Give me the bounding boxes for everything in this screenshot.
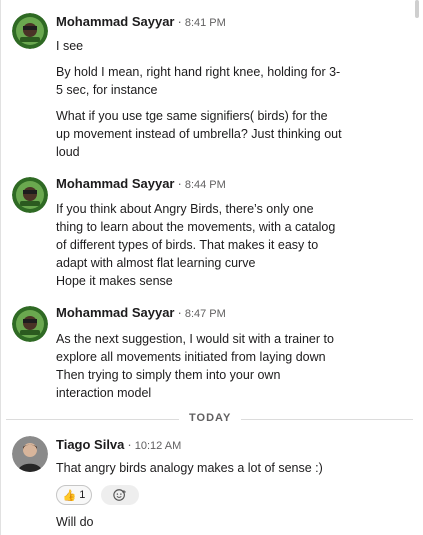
message-2: Mohammad Sayyar · 8:44 PM If you think abo… — [1, 175, 406, 295]
timestamp[interactable]: 8:41 PM — [185, 17, 226, 29]
separator-dot: · — [127, 437, 132, 452]
message-text: Will do — [56, 515, 94, 529]
message-header: Mohammad Sayyar · 8:44 PM — [56, 175, 226, 194]
message-header: Tiago Silva · 10:12 AM — [56, 436, 181, 455]
green-badge-avatar-icon — [12, 13, 48, 49]
avatar[interactable] — [12, 13, 48, 49]
message-text: What if you use tge same signifiers( bir… — [56, 109, 328, 123]
message-text: loud — [56, 145, 80, 159]
message-text: Hope it makes sense — [56, 274, 173, 288]
author-name[interactable]: Mohammad Sayyar — [56, 305, 175, 320]
avatar[interactable] — [12, 306, 48, 342]
author-name[interactable]: Tiago Silva — [56, 437, 124, 452]
message-header: Mohammad Sayyar · 8:41 PM — [56, 13, 226, 32]
timestamp[interactable]: 10:12 AM — [135, 440, 181, 452]
scrollbar[interactable] — [415, 0, 419, 18]
message-text: I see — [56, 39, 84, 53]
green-badge-avatar-icon — [12, 177, 48, 213]
message-text: explore all movements initiated from lay… — [56, 350, 326, 364]
separator-dot: · — [177, 176, 182, 191]
date-divider-label[interactable]: TODAY — [179, 412, 242, 424]
message-text: thing to learn about the movements, with… — [56, 220, 336, 234]
message-text: of different types of birds. That makes … — [56, 238, 319, 252]
separator-dot: · — [177, 14, 182, 29]
author-name[interactable]: Mohammad Sayyar — [56, 176, 175, 191]
avatar[interactable] — [12, 436, 48, 472]
green-badge-avatar-icon — [12, 306, 48, 342]
message-text: Then trying to simply them into your own — [56, 368, 281, 382]
add-reaction-icon — [113, 489, 126, 501]
message-header: Mohammad Sayyar · 8:47 PM — [56, 304, 226, 323]
message-text: adapt with almost flat learning curve — [56, 256, 256, 270]
message-text: That angry birds analogy makes a lot of … — [56, 461, 323, 475]
thumbs-up-icon: 👍 — [62, 489, 77, 502]
message-text: By hold I mean, right hand right knee, h… — [56, 65, 341, 79]
photo-avatar-icon — [12, 436, 48, 472]
add-reaction-button[interactable] — [101, 485, 139, 505]
message-text: As the next suggestion, I would sit with… — [56, 332, 334, 346]
reaction-count: 1 — [79, 489, 86, 501]
avatar[interactable] — [12, 177, 48, 213]
author-name[interactable]: Mohammad Sayyar — [56, 14, 175, 29]
reaction-pill[interactable]: 👍 1 — [56, 485, 92, 505]
message-text: interaction model — [56, 386, 152, 400]
message-text: 5 sec, for instance — [56, 83, 158, 97]
message-3: Mohammad Sayyar · 8:47 PM As the next sugg… — [1, 304, 406, 404]
timestamp[interactable]: 8:44 PM — [185, 179, 226, 191]
conversation-pane: Mohammad Sayyar · 8:41 PM I see By hold I … — [0, 0, 423, 535]
message-text: If you think about Angry Birds, there’s … — [56, 202, 314, 216]
timestamp[interactable]: 8:47 PM — [185, 308, 226, 320]
message-text: up movement instead of umbrella? Just th… — [56, 127, 342, 141]
message-1: Mohammad Sayyar · 8:41 PM I see By hold I … — [1, 13, 406, 163]
separator-dot: · — [177, 305, 182, 320]
